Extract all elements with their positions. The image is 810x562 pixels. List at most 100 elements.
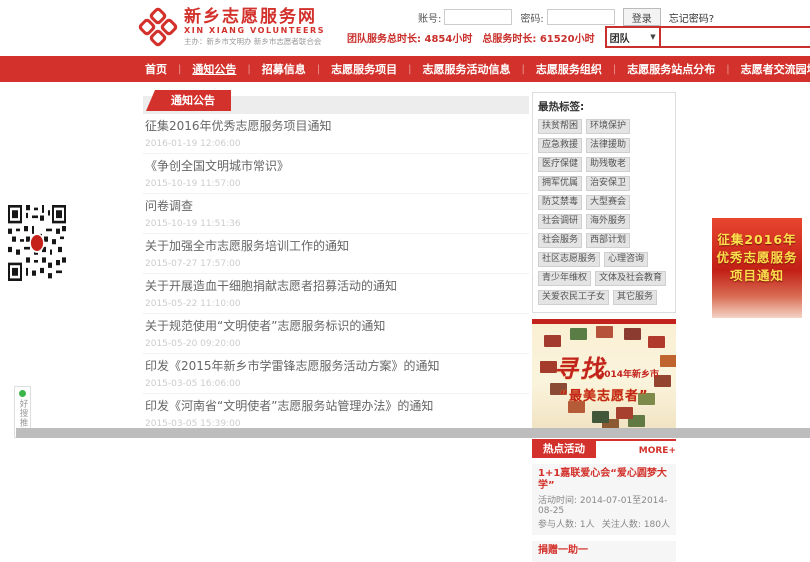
team-hours-stat: 团队服务总时长: 4854小时 [347,30,472,45]
notice-list: 征集2016年优秀志愿服务项目通知 2016-01-19 12:06:00 《争… [143,114,529,434]
search-category-select[interactable]: 团队 ▼ [605,26,661,48]
tag-chip[interactable]: 防艾禁毒 [538,195,582,210]
tag-chip[interactable]: 文体及社会教育 [595,271,666,286]
knot-logo-icon [138,7,178,47]
banner-year-text: 2014年新乡市 [598,367,659,380]
notice-list-item: 印发《2015年新乡市学雷锋志愿服务活动方案》的通知 2015-03-05 16… [143,354,529,394]
notice-date: 2015-10-19 11:51:36 [145,220,527,229]
nav-separator: | [522,64,525,75]
notice-list-item: 征集2016年优秀志愿服务项目通知 2016-01-19 12:06:00 [143,114,529,154]
login-bar: 账号: 密码: 登录 忘记密码? [418,8,714,26]
horizontal-scrollbar[interactable] [16,428,810,438]
volunteer-banner-image[interactable]: 寻找 2014年新乡市 “最美志愿者” [532,319,676,431]
nav-item-home[interactable]: 首页 [145,61,167,77]
more-link[interactable]: MORE+ [639,446,676,456]
promo-banner[interactable]: 征集2016年 优秀志愿服务 项目通知 [712,218,802,318]
nav-item-stations[interactable]: 志愿服务站点分布 [627,61,715,77]
tag-chip[interactable]: 西部计划 [586,233,630,248]
activity-title[interactable]: 1+1嘉联爱心会“爱心圆梦大学” [538,468,670,492]
nav-item-forum[interactable]: 志愿者交流园地 [741,61,810,77]
nav-item-recruit[interactable]: 招募信息 [262,61,306,77]
banner-main-text: “最美志愿者” [532,385,676,404]
activity-card: 捐赠一助一 [532,541,676,562]
hot-activities-title[interactable]: 热点活动 [532,441,596,458]
tag-chip[interactable]: 法律援助 [586,138,630,153]
hot-activities-section: 热点活动 MORE+ 1+1嘉联爱心会“爱心圆梦大学” 活动时间: 2014-0… [532,439,676,562]
activity-title[interactable]: 捐赠一助一 [538,545,670,557]
tag-chip[interactable]: 社会服务 [538,233,582,248]
tag-chip[interactable]: 环境保护 [586,119,630,134]
tag-chip[interactable]: 青少年维权 [538,271,591,286]
nav-separator: | [613,64,616,75]
site-logo[interactable]: 新乡志愿服务网 XIN XIANG VOLUNTEERS 主办：新乡市文明办 新… [138,7,325,47]
hot-tags-title: 最热标签: [538,99,670,114]
notice-list-item: 关于规范使用“文明使者”志愿服务标识的通知 2015-05-20 09:20:0… [143,314,529,354]
notice-title[interactable]: 关于加强全市志愿服务培训工作的通知 [145,240,527,253]
notice-title[interactable]: 印发《河南省“文明使者”志愿服务站管理办法》的通知 [145,400,527,413]
notice-date: 2015-05-22 11:10:00 [145,300,527,309]
notice-date: 2015-07-27 17:57:00 [145,260,527,269]
tag-chip[interactable]: 医疗保健 [538,157,582,172]
section-header-strip: 通知公告 [143,96,529,114]
notice-section: 通知公告 征集2016年优秀志愿服务项目通知 2016-01-19 12:06:… [143,96,529,434]
tag-chip[interactable]: 扶贫帮困 [538,119,582,134]
activity-card: 1+1嘉联爱心会“爱心圆梦大学” 活动时间: 2014-07-01至2014-0… [532,464,676,535]
tag-chip[interactable]: 关爱农民工子女 [538,290,609,305]
notice-title[interactable]: 《争创全国文明城市常识》 [145,160,527,173]
hot-tags-box: 最热标签: 扶贫帮困 环境保护 应急救援 法律援助 医疗保健 助残敬老 拥军优属… [532,92,676,313]
tag-chip[interactable]: 助残敬老 [586,157,630,172]
activity-time: 活动时间: 2014-07-01至2014-08-25 [538,496,670,516]
notice-title[interactable]: 关于规范使用“文明使者”志愿服务标识的通知 [145,320,527,333]
notice-list-item: 关于加强全市志愿服务培训工作的通知 2015-07-27 17:57:00 [143,234,529,274]
tag-chip[interactable]: 其它服务 [613,290,657,305]
nav-item-notices[interactable]: 通知公告 [192,61,236,77]
notice-title[interactable]: 印发《2015年新乡市学雷锋志愿服务活动方案》的通知 [145,360,527,373]
nav-item-activities[interactable]: 志愿服务活动信息 [423,61,511,77]
sidebar: 最热标签: 扶贫帮困 环境保护 应急救援 法律援助 医疗保健 助残敬老 拥军优属… [532,92,676,562]
site-header: 新乡志愿服务网 XIN XIANG VOLUNTEERS 主办：新乡市文明办 新… [0,0,810,56]
nav-separator: | [178,64,181,75]
qr-code [8,205,66,281]
account-label: 账号: [418,10,441,25]
green-dot-icon [19,390,26,397]
promo-line: 项目通知 [712,267,802,285]
site-organizer: 主办：新乡市文明办 新乡市志愿者联合会 [184,37,325,47]
login-button[interactable]: 登录 [623,8,661,26]
nav-item-projects[interactable]: 志愿服务项目 [331,61,397,77]
notice-date: 2015-03-05 16:06:00 [145,380,527,389]
tag-chip[interactable]: 社区志愿服务 [538,252,600,267]
password-input[interactable] [547,9,615,25]
caret-down-icon: ▼ [650,33,655,41]
tag-chip[interactable]: 大型赛会 [586,195,630,210]
notice-list-item: 关于开展造血干细胞捐献志愿者招募活动的通知 2015-05-22 11:10:0… [143,274,529,314]
nav-separator: | [247,64,250,75]
hot-tags-list: 扶贫帮困 环境保护 应急救援 法律援助 医疗保健 助残敬老 拥军优属 治安保卫 … [538,119,670,305]
nav-separator: | [317,64,320,75]
nav-item-organizations[interactable]: 志愿服务组织 [536,61,602,77]
activity-stats: 参与人数: 1人 关注人数: 180人 [538,520,670,530]
notice-title[interactable]: 征集2016年优秀志愿服务项目通知 [145,120,527,133]
account-input[interactable] [444,9,512,25]
followers-count: 180人 [644,520,670,530]
tag-chip[interactable]: 心理咨询 [604,252,648,267]
nav-separator: | [408,64,411,75]
notice-list-item: 问卷调查 2015-10-19 11:51:36 [143,194,529,234]
total-hours-stat: 总服务时长: 61520小时 [482,30,594,45]
password-label: 密码: [520,10,543,25]
tag-chip[interactable]: 拥军优属 [538,176,582,191]
total-hours-value: 61520小时 [540,34,595,45]
nav-separator: | [726,64,729,75]
notice-title[interactable]: 问卷调查 [145,200,527,213]
forgot-password-link[interactable]: 忘记密码? [669,10,714,25]
tag-chip[interactable]: 治安保卫 [586,176,630,191]
tag-chip[interactable]: 海外服务 [586,214,630,229]
tag-chip[interactable]: 应急救援 [538,138,582,153]
site-title: 新乡志愿服务网 [184,8,325,26]
notice-date: 2016-01-19 12:06:00 [145,140,527,149]
search-input[interactable] [661,26,810,48]
notice-date: 2015-05-20 09:20:00 [145,340,527,349]
tag-chip[interactable]: 社会调研 [538,214,582,229]
notice-title[interactable]: 关于开展造血干细胞捐献志愿者招募活动的通知 [145,280,527,293]
section-title-ribbon: 通知公告 [155,90,231,111]
search-category-value: 团队 [610,30,630,45]
